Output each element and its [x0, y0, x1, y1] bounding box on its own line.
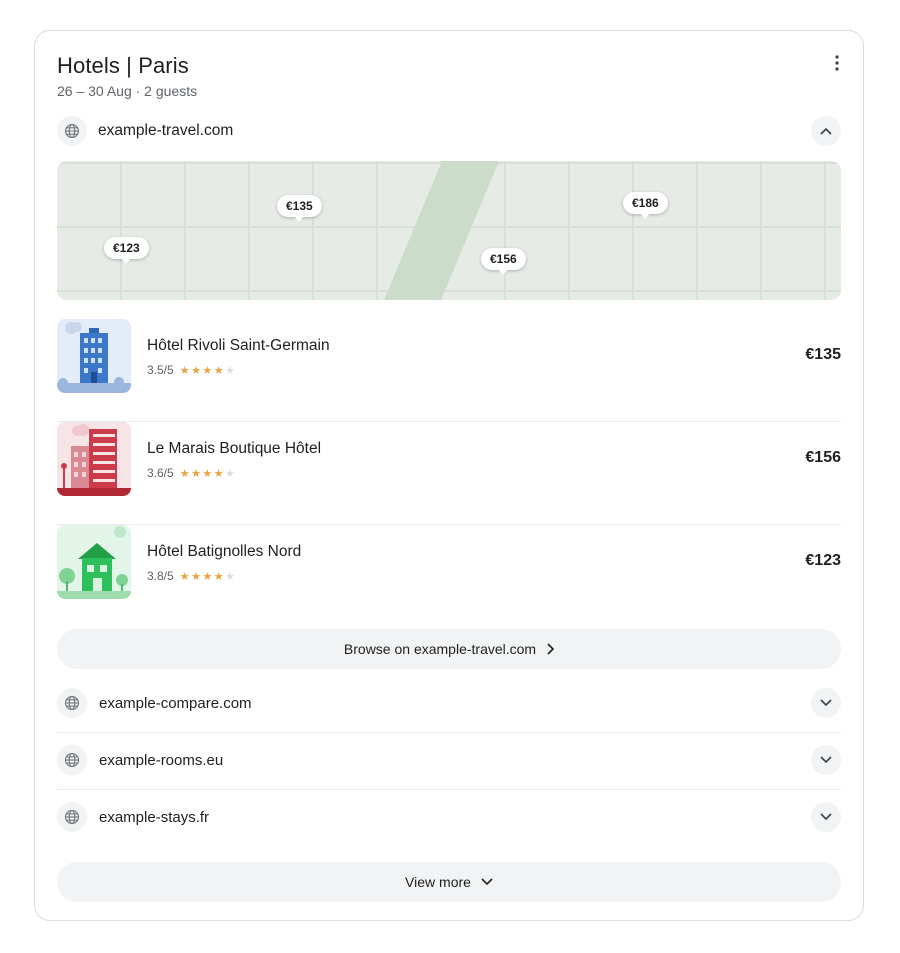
star-rating-icon: ★★★★★	[179, 364, 237, 377]
hotel-price: €123	[805, 552, 841, 569]
chevron-down-icon	[820, 813, 832, 821]
card-title: Hotels | Paris	[57, 53, 189, 78]
globe-icon	[57, 745, 87, 775]
site-name: example-stays.fr	[99, 808, 210, 826]
primary-site-name: example-travel.com	[98, 122, 234, 139]
hotel-thumbnail	[57, 319, 131, 393]
expand-site-button[interactable]	[811, 802, 841, 832]
chevron-down-icon	[820, 756, 832, 764]
card-subtitle: 26 – 30 Aug · 2 guests	[57, 83, 198, 99]
view-more-label: View more	[405, 874, 471, 890]
more-options-button[interactable]	[823, 49, 851, 77]
hotel-name: Hôtel Rivoli Saint-Germain	[147, 337, 330, 354]
hotel-rating: 3.6/5 ★★★★★	[147, 466, 237, 480]
rating-value: 3.6/5	[147, 466, 174, 480]
star-rating-icon: ★★★★★	[179, 570, 237, 583]
map-background	[57, 161, 841, 300]
chevron-up-icon	[820, 127, 832, 135]
map-price-pin[interactable]: €123	[104, 237, 149, 264]
rating-value: 3.8/5	[147, 569, 174, 583]
star-rating-icon: ★★★★★	[179, 467, 237, 480]
primary-site-row[interactable]: example-travel.com	[57, 113, 841, 149]
site-name: example-compare.com	[99, 694, 252, 712]
hotel-price: €156	[805, 449, 841, 466]
site-row-example-rooms[interactable]: example-rooms.eu	[57, 742, 841, 778]
view-more-button[interactable]: View more	[57, 862, 841, 902]
hotel-list-item[interactable]: Hôtel Rivoli Saint-Germain 3.5/5 ★★★★★ €…	[57, 319, 841, 422]
hotel-results-card: Hotels | Paris 26 – 30 Aug · 2 guests ex…	[34, 30, 864, 921]
hotel-rating: 3.5/5 ★★★★★	[147, 363, 237, 377]
hotel-name: Le Marais Boutique Hôtel	[147, 440, 322, 457]
expand-site-button[interactable]	[811, 688, 841, 718]
site-name: example-rooms.eu	[99, 751, 224, 769]
map-price-pin[interactable]: €156	[481, 248, 526, 275]
hotel-list-item[interactable]: Hôtel Batignolles Nord 3.8/5 ★★★★★ €123	[57, 525, 841, 628]
browse-site-label: Browse on example-travel.com	[343, 641, 537, 657]
rating-value: 3.5/5	[147, 363, 174, 377]
site-row-example-compare[interactable]: example-compare.com	[57, 685, 841, 721]
expand-site-button[interactable]	[811, 745, 841, 775]
hotel-rating: 3.8/5 ★★★★★	[147, 569, 237, 583]
hotel-name: Hôtel Batignolles Nord	[147, 543, 302, 560]
hotel-list-item[interactable]: Le Marais Boutique Hôtel 3.6/5 ★★★★★ €15…	[57, 422, 841, 525]
site-row-example-stays[interactable]: example-stays.fr	[57, 799, 841, 835]
browse-site-button[interactable]: Browse on example-travel.com	[57, 629, 841, 669]
globe-icon	[57, 116, 87, 146]
row-divider	[57, 732, 841, 733]
map-price-pin[interactable]: €135	[277, 195, 322, 222]
map-price-pin[interactable]: €186	[623, 192, 668, 219]
more-vert-icon	[835, 55, 839, 71]
globe-icon	[57, 688, 87, 718]
hotel-thumbnail	[57, 525, 131, 599]
globe-icon	[57, 802, 87, 832]
hotel-price: €135	[805, 346, 841, 363]
collapse-site-button[interactable]	[811, 116, 841, 146]
hotel-thumbnail	[57, 422, 131, 496]
chevron-right-icon	[546, 643, 555, 655]
hotel-map[interactable]: €135 €186 €123 €156	[57, 161, 841, 300]
row-divider	[57, 789, 841, 790]
chevron-down-icon	[481, 878, 493, 886]
chevron-down-icon	[820, 699, 832, 707]
